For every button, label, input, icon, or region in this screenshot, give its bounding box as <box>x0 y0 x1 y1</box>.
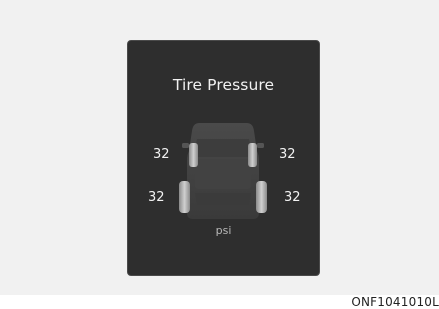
figure-code: ONF1041010L <box>351 295 439 309</box>
rear-right-tire <box>256 181 267 213</box>
rear-left-pressure: 32 <box>148 190 165 205</box>
pressure-unit-label: psi <box>215 224 232 237</box>
tire-pressure-display: Tire Pressure 32 32 32 32 psi <box>127 40 320 276</box>
display-title: Tire Pressure <box>172 76 275 94</box>
front-right-pressure: 32 <box>279 147 296 162</box>
front-right-tire <box>248 143 257 167</box>
car-top-view-icon <box>179 123 267 219</box>
rear-right-pressure: 32 <box>284 190 301 205</box>
front-left-tire <box>189 143 198 167</box>
front-left-pressure: 32 <box>153 147 170 162</box>
rear-left-tire <box>179 181 190 213</box>
